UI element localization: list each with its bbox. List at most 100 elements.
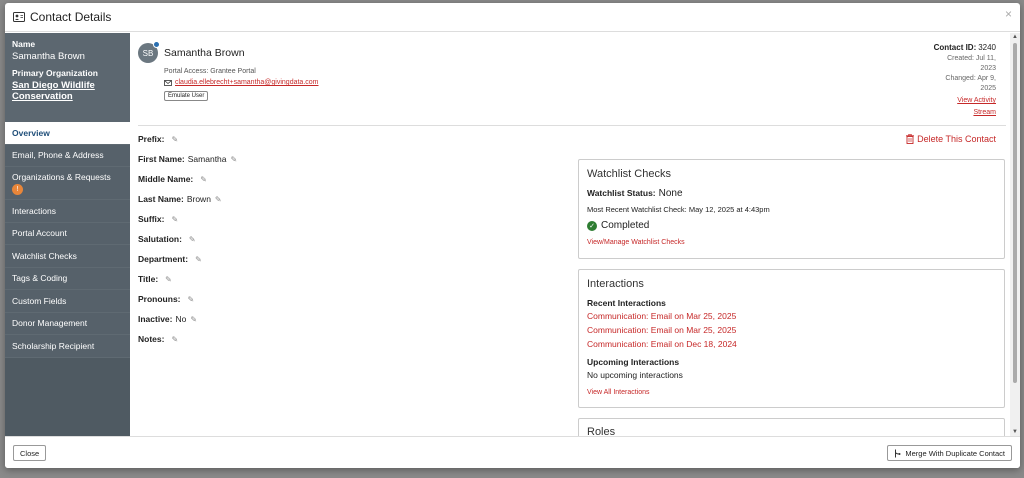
header-divider <box>138 125 1006 126</box>
field-value: Brown <box>186 194 211 204</box>
sidebar: Name Samantha Brown Primary Organization… <box>5 33 130 436</box>
sidebar-item-interactions[interactable]: Interactions <box>5 200 130 223</box>
pencil-icon[interactable]: ✎ <box>215 195 222 204</box>
field-label: First Name: <box>138 154 185 164</box>
created-year: 2023 <box>980 65 996 72</box>
pencil-icon[interactable]: ✎ <box>171 215 178 224</box>
field-label: Salutation: <box>138 234 182 244</box>
roles-card: Roles <box>578 418 1005 436</box>
sidebar-item-overview[interactable]: Overview <box>5 122 130 145</box>
interaction-link[interactable]: Communication: Email on Mar 25, 2025 <box>587 311 996 321</box>
portal-access-text: Portal Access: Grantee Portal <box>164 68 256 75</box>
emulate-user-button[interactable]: Emulate User <box>164 91 209 101</box>
watchlist-status-value: None <box>658 188 683 199</box>
field-suffix: Suffix: ✎ <box>138 214 178 224</box>
watchlist-status-label: Watchlist Status: <box>587 188 656 198</box>
view-all-interactions-link[interactable]: View All Interactions <box>587 389 996 396</box>
sidebar-item-portal-account[interactable]: Portal Account <box>5 222 130 245</box>
interactions-card-title: Interactions <box>587 278 644 290</box>
created-date: Created: Jul 11, <box>947 55 996 62</box>
pencil-icon[interactable]: ✎ <box>231 155 238 164</box>
sidebar-contact-summary: Name Samantha Brown Primary Organization… <box>5 33 130 122</box>
recent-watchlist-check: Most Recent Watchlist Check: May 12, 202… <box>587 205 770 214</box>
pencil-icon[interactable]: ✎ <box>200 175 207 184</box>
trash-icon <box>906 134 915 144</box>
sidebar-item-scholarship-recipient[interactable]: Scholarship Recipient <box>5 335 130 358</box>
roles-card-title: Roles <box>587 426 616 436</box>
interactions-card: Interactions Recent Interactions Communi… <box>578 269 1005 408</box>
email-link[interactable]: claudia.ellebrecht+samantha@givingdata.c… <box>175 79 319 86</box>
manage-watchlist-link[interactable]: View/Manage Watchlist Checks <box>587 239 996 246</box>
contact-id-value: 3240 <box>978 43 996 52</box>
delete-contact-button[interactable]: Delete This Contact <box>906 134 996 144</box>
field-salutation: Salutation: ✎ <box>138 234 196 244</box>
field-inactive: Inactive: No ✎ <box>138 314 197 324</box>
contact-details-modal: Contact Details × Name Samantha Brown Pr… <box>5 3 1020 468</box>
pencil-icon[interactable]: ✎ <box>171 335 178 344</box>
field-label: Notes: <box>138 334 165 344</box>
merge-icon <box>895 449 901 457</box>
contact-name: Samantha Brown <box>164 47 245 59</box>
field-value: No <box>175 314 187 324</box>
pencil-icon[interactable]: ✎ <box>195 255 202 264</box>
field-department: Department: ✎ <box>138 254 202 264</box>
merge-duplicate-button[interactable]: Merge With Duplicate Contact <box>887 445 1012 461</box>
content-scrollbar[interactable]: ▲ ▼ <box>1010 33 1020 436</box>
scroll-down-icon[interactable]: ▼ <box>1012 429 1018 435</box>
upcoming-interactions-value: No upcoming interactions <box>587 370 683 380</box>
sidebar-item-watchlist-checks[interactable]: Watchlist Checks <box>5 245 130 268</box>
field-middle-name: Middle Name: ✎ <box>138 174 207 184</box>
watchlist-card-title: Watchlist Checks <box>587 168 671 180</box>
pencil-icon[interactable]: ✎ <box>190 315 197 324</box>
interaction-link[interactable]: Communication: Email on Mar 25, 2025 <box>587 325 996 335</box>
pencil-icon[interactable]: ✎ <box>165 275 172 284</box>
pencil-icon[interactable]: ✎ <box>188 295 195 304</box>
contact-card-icon <box>13 12 25 22</box>
field-value: Samantha <box>187 154 227 164</box>
main-content: SB Samantha Brown Portal Access: Grantee… <box>130 33 1010 436</box>
field-pronouns: Pronouns: ✎ <box>138 294 194 304</box>
sidebar-item-tags-coding[interactable]: Tags & Coding <box>5 267 130 290</box>
watchlist-card: Watchlist Checks Watchlist Status: None … <box>578 159 1005 259</box>
contact-id-label: Contact ID: <box>933 43 977 52</box>
watchlist-completed-text: Completed <box>601 220 650 231</box>
interaction-link[interactable]: Communication: Email on Dec 18, 2024 <box>587 339 996 349</box>
field-label: Prefix: <box>138 134 165 144</box>
contact-meta: Contact ID: 3240 Created: Jul 11, 2023 C… <box>916 43 996 118</box>
view-activity-stream-link[interactable]: Stream <box>916 108 996 118</box>
email-row: claudia.ellebrecht+samantha@givingdata.c… <box>164 79 319 86</box>
close-button[interactable]: Close <box>13 445 47 461</box>
alert-badge-icon: ! <box>12 183 23 195</box>
field-label: Inactive: <box>138 314 173 324</box>
check-circle-icon: ✓ <box>587 220 597 231</box>
delete-contact-label: Delete This Contact <box>917 134 996 144</box>
pencil-icon[interactable]: ✎ <box>189 235 196 244</box>
modal-footer: Close Merge With Duplicate Contact <box>5 436 1020 468</box>
primary-org-label: Primary Organization <box>12 68 98 78</box>
changed-year: 2025 <box>980 85 996 92</box>
modal-title: Contact Details <box>30 10 112 24</box>
sidebar-item-donor-management[interactable]: Donor Management <box>5 312 130 335</box>
modal-header: Contact Details × <box>5 3 1020 32</box>
field-label: Title: <box>138 274 159 284</box>
field-prefix: Prefix: ✎ <box>138 134 178 144</box>
sidebar-item-custom-fields[interactable]: Custom Fields <box>5 290 130 313</box>
scrollbar-thumb[interactable] <box>1013 43 1017 383</box>
sidebar-item-label: Organizations & Requests <box>12 171 111 182</box>
pencil-icon[interactable]: ✎ <box>171 135 178 144</box>
primary-org-link[interactable]: San Diego Wildlife Conservation <box>12 80 123 102</box>
view-activity-link[interactable]: View Activity <box>916 96 996 106</box>
field-label: Department: <box>138 254 189 264</box>
scroll-up-icon[interactable]: ▲ <box>1012 34 1018 40</box>
field-first-name: First Name: Samantha ✎ <box>138 154 237 164</box>
sidebar-item-organizations-requests[interactable]: Organizations & Requests ! <box>5 167 130 200</box>
field-title: Title: ✎ <box>138 274 172 284</box>
upcoming-interactions-label: Upcoming Interactions <box>587 357 680 367</box>
merge-duplicate-label: Merge With Duplicate Contact <box>905 448 1005 458</box>
field-label: Last Name: <box>138 194 184 204</box>
field-label: Pronouns: <box>138 294 181 304</box>
recent-interactions-label: Recent Interactions <box>587 298 666 308</box>
sidebar-item-email-phone-address[interactable]: Email, Phone & Address <box>5 144 130 167</box>
field-last-name: Last Name: Brown ✎ <box>138 194 222 204</box>
close-icon[interactable]: × <box>1005 7 1012 21</box>
